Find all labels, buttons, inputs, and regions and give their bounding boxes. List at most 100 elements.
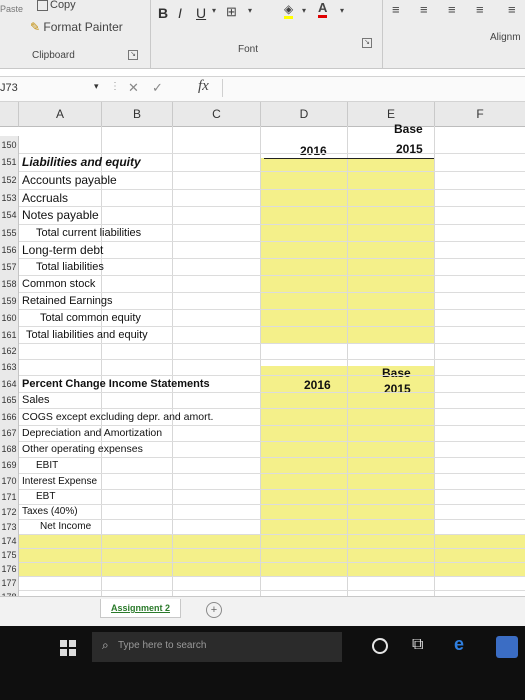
column-header-b[interactable]: B (102, 102, 173, 127)
insert-function-icon[interactable]: fx (198, 78, 209, 95)
row-label[interactable]: Accruals (22, 189, 68, 206)
row-number[interactable]: 155 (0, 224, 19, 241)
name-box[interactable]: J73 (0, 82, 18, 94)
taskbar-search-box[interactable]: ⌕ Type here to search (92, 632, 342, 662)
row-label[interactable]: Total liabilities (36, 258, 104, 275)
row-number[interactable]: 160 (0, 309, 19, 326)
row-number[interactable]: 175 (0, 548, 19, 562)
row-number[interactable]: 165 (0, 392, 19, 408)
row-label[interactable]: Interest Expense (22, 473, 97, 489)
column-header-a[interactable]: A (19, 102, 102, 127)
table-row[interactable]: 173 Net Income (0, 519, 525, 535)
table-row[interactable]: 156 Long-term debt (0, 241, 525, 259)
row-number[interactable]: 163 (0, 359, 19, 375)
cortana-icon[interactable] (372, 638, 388, 654)
column-header-d[interactable]: D (261, 102, 348, 127)
row-label[interactable]: Total common equity (40, 309, 141, 326)
format-painter-button[interactable]: ✎ Format Painter (30, 20, 123, 34)
borders-dropdown-icon[interactable]: ▾ (248, 6, 252, 15)
row-number[interactable]: 172 (0, 504, 19, 519)
row-number[interactable]: 173 (0, 519, 19, 534)
row-number[interactable]: 157 (0, 258, 19, 275)
app-taskbar-icon[interactable] (496, 636, 518, 658)
task-view-icon[interactable]: ⧉ (412, 636, 423, 654)
table-row[interactable]: 161 Total liabilities and equity (0, 326, 525, 344)
row-number[interactable]: 168 (0, 441, 19, 457)
row-number[interactable]: 167 (0, 425, 19, 441)
table-row[interactable]: 158 Common stock (0, 275, 525, 293)
table-row[interactable]: 171 EBT (0, 489, 525, 505)
row-number[interactable]: 156 (0, 241, 19, 258)
table-row[interactable]: 151 Liabilities and equity (0, 153, 525, 172)
row-label[interactable]: Percent Change Income Statements (22, 375, 210, 392)
row-label[interactable]: Accounts payable (22, 171, 117, 189)
worksheet-grid[interactable]: A B C D E F 2016 Base 2015 2016 Base 201… (0, 102, 525, 619)
table-row[interactable]: 172 Taxes (40%) (0, 504, 525, 520)
row-label[interactable]: Retained Earnings (22, 292, 113, 309)
row-label[interactable]: EBIT (36, 457, 58, 473)
table-row[interactable]: 174 (0, 534, 525, 549)
row-label[interactable]: Taxes (40%) (22, 504, 78, 519)
row-label[interactable]: EBT (36, 489, 55, 504)
table-row[interactable]: 175 (0, 548, 525, 563)
add-sheet-icon[interactable]: + (206, 602, 222, 618)
align-middle-icon[interactable]: ≡ (420, 2, 431, 17)
table-row[interactable]: 166 COGS except excluding depr. and amort… (0, 408, 525, 426)
formula-input[interactable] (222, 79, 523, 97)
table-row[interactable]: 168 Other operating expenses (0, 441, 525, 458)
table-row[interactable]: 155 Total current liabilities (0, 224, 525, 242)
search-input[interactable]: Type here to search (118, 640, 206, 651)
row-number[interactable]: 169 (0, 457, 19, 473)
edge-browser-icon[interactable]: e (454, 634, 474, 654)
table-row[interactable]: 163 (0, 359, 525, 376)
underline-dropdown-icon[interactable]: ▾ (212, 6, 216, 15)
align-top-icon[interactable]: ≡ (392, 2, 403, 17)
select-all-corner[interactable] (0, 102, 19, 127)
row-label[interactable]: Notes payable (22, 206, 99, 224)
copy-button[interactable]: Copy (37, 0, 76, 11)
borders-icon[interactable]: ⊞ (226, 4, 237, 20)
row-number[interactable]: 170 (0, 473, 19, 489)
name-box-dropdown-icon[interactable]: ▾ (94, 81, 99, 92)
row-number[interactable]: 164 (0, 375, 19, 392)
fill-color-dropdown-icon[interactable]: ▾ (302, 6, 306, 15)
row-number[interactable]: 174 (0, 534, 19, 548)
underline-button[interactable]: U (196, 5, 206, 21)
row-number[interactable]: 161 (0, 326, 19, 343)
table-row[interactable]: 150 (0, 136, 525, 154)
table-row[interactable]: 170 Interest Expense (0, 473, 525, 490)
row-label[interactable]: Sales (22, 392, 50, 408)
table-row[interactable]: 169 EBIT (0, 457, 525, 474)
row-label[interactable]: COGS except excluding depr. and amort. (22, 408, 213, 425)
row-label[interactable]: Total liabilities and equity (26, 326, 148, 343)
row-number[interactable]: 176 (0, 562, 19, 576)
table-row[interactable]: 152 Accounts payable (0, 171, 525, 190)
row-number[interactable]: 153 (0, 189, 19, 206)
row-number[interactable]: 152 (0, 171, 19, 189)
table-row[interactable]: 176 (0, 562, 525, 577)
bold-button[interactable]: B (158, 5, 168, 21)
font-launcher-icon[interactable]: ↘ (362, 38, 372, 48)
row-label[interactable]: Net Income (40, 519, 91, 534)
column-header-c[interactable]: C (173, 102, 261, 127)
row-label[interactable]: Other operating expenses (22, 441, 143, 457)
align-bottom-icon[interactable]: ≡ (448, 2, 459, 17)
row-label[interactable]: Long-term debt (22, 241, 103, 258)
table-row[interactable]: 157 Total liabilities (0, 258, 525, 276)
cancel-icon[interactable]: ✕ (128, 80, 139, 96)
table-row[interactable]: 154 Notes payable (0, 206, 525, 225)
enter-icon[interactable]: ✓ (152, 80, 163, 96)
row-label[interactable]: Depreciation and Amortization (22, 425, 162, 441)
row-label[interactable]: Liabilities and equity (22, 153, 141, 171)
row-label[interactable]: Total current liabilities (36, 224, 141, 241)
row-label[interactable]: Common stock (22, 275, 95, 292)
fill-color-icon[interactable]: ◈ (284, 2, 294, 19)
windows-start-icon[interactable] (60, 640, 76, 656)
table-row[interactable]: 164 Percent Change Income Statements (0, 375, 525, 393)
wrap-text-icon[interactable]: ≡ (508, 2, 516, 17)
clipboard-launcher-icon[interactable]: ↘ (128, 50, 138, 60)
row-number[interactable]: 158 (0, 275, 19, 292)
row-number[interactable]: 166 (0, 408, 19, 425)
row-number[interactable]: 150 (0, 136, 19, 153)
row-number[interactable]: 154 (0, 206, 19, 224)
